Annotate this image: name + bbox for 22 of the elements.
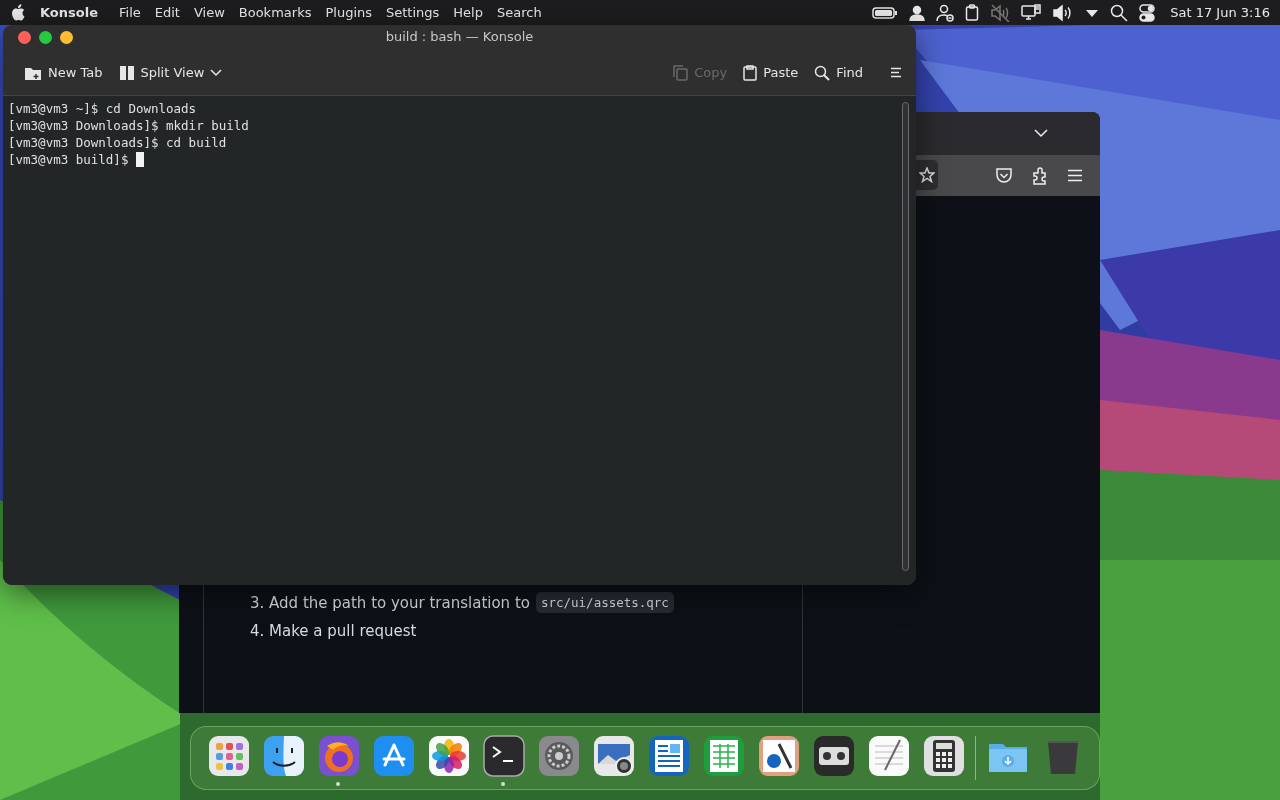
app-name-menu[interactable]: Konsole <box>28 5 112 20</box>
menu-item[interactable]: Plugins <box>318 5 379 20</box>
menu-item[interactable]: Bookmarks <box>231 5 319 20</box>
new-tab-button[interactable]: New Tab <box>19 60 108 85</box>
list-item-text: 4. Make a pull request <box>250 622 417 640</box>
clock[interactable]: Sat 17 Jun 3:16 <box>1170 5 1270 20</box>
menu-item[interactable]: File <box>112 5 148 20</box>
list-item-text: 3. Add the path to your translation to <box>250 593 530 612</box>
menu-item[interactable]: Search <box>490 5 549 20</box>
terminal-line: [vm3@vm3 ~]$ cd Downloads <box>8 100 197 117</box>
menu-item[interactable]: Settings <box>379 5 447 20</box>
terminal-line: [vm3@vm3 Downloads]$ cd build <box>8 134 227 151</box>
inline-code: src/ui/assets.qrc <box>535 592 674 613</box>
menu-item[interactable]: View <box>186 5 232 20</box>
terminal-line: [vm3@vm3 Downloads]$ mkdir build <box>8 117 249 134</box>
menu-item[interactable]: Edit <box>147 5 187 20</box>
window-title: build : bash — Konsole <box>385 29 534 44</box>
find-button[interactable]: Find <box>809 60 868 85</box>
terminal-line: [vm3@vm3 build]$ <box>8 151 130 168</box>
paste-button[interactable]: Paste <box>738 60 804 85</box>
split-view-button[interactable]: Split View <box>113 60 228 85</box>
menu-item[interactable]: Help <box>446 5 490 20</box>
